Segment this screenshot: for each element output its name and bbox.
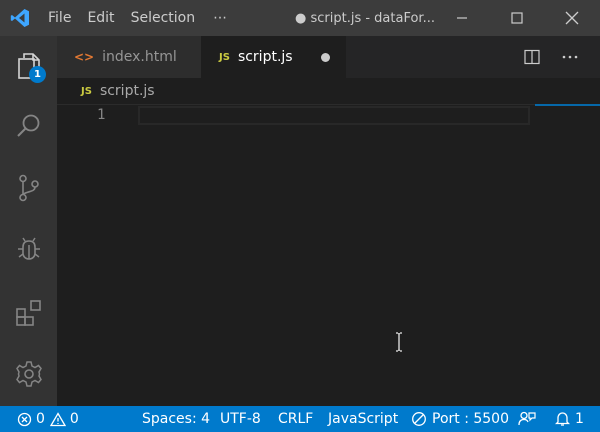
tab-label: script.js	[237, 49, 293, 65]
window-title: ● script.js - dataFor...	[295, 10, 435, 26]
split-editor-icon[interactable]	[517, 36, 547, 78]
menu-more-icon[interactable]: ⋯	[203, 10, 238, 26]
breadcrumb[interactable]: JS script.js	[57, 78, 600, 104]
source-control-icon[interactable]	[0, 158, 57, 218]
feedback-icon[interactable]	[518, 406, 536, 432]
vscode-logo-icon	[0, 0, 40, 36]
settings-gear-icon[interactable]	[0, 344, 57, 404]
status-bar: 0 0 Spaces: 4 UTF-8 CRLF JavaScript Port…	[0, 406, 600, 432]
error-count: 0	[36, 411, 45, 427]
extensions-icon[interactable]	[0, 283, 57, 343]
port-blocked-icon	[412, 412, 426, 426]
unsaved-dot-icon[interactable]	[321, 53, 330, 62]
eol-status[interactable]: CRLF	[278, 406, 313, 432]
code-editor[interactable]: 1	[57, 104, 600, 406]
notifications-status[interactable]: 1	[555, 406, 584, 432]
port-label: Port : 5500	[432, 411, 509, 427]
text-cursor-icon	[395, 332, 403, 356]
title-bar: File Edit Selection ⋯ ● script.js - data…	[0, 0, 600, 36]
js-file-icon: JS	[81, 85, 92, 97]
close-button[interactable]	[552, 0, 592, 36]
editor-top-border	[57, 104, 535, 105]
encoding-status[interactable]: UTF-8	[220, 406, 261, 432]
activity-bar: 1	[0, 36, 57, 406]
menu-file[interactable]: File	[40, 0, 79, 36]
indentation-status[interactable]: Spaces: 4	[142, 406, 210, 432]
more-actions-icon[interactable]	[555, 36, 585, 78]
error-icon	[17, 412, 32, 426]
js-file-icon: JS	[219, 51, 230, 63]
html-file-icon: <>	[74, 50, 95, 64]
problems-indicator[interactable]: 0 0	[17, 406, 79, 432]
warning-icon	[49, 411, 66, 426]
menu-edit[interactable]: Edit	[79, 0, 122, 36]
bell-icon	[555, 412, 570, 426]
vscode-window: { "titlebar": { "menu": ["File", "Edit",…	[0, 0, 600, 432]
search-icon[interactable]	[0, 96, 57, 156]
breadcrumb-file[interactable]: script.js	[100, 83, 155, 99]
current-line-highlight[interactable]	[138, 106, 530, 125]
minimap-slider[interactable]	[535, 104, 600, 106]
minimize-button[interactable]	[442, 0, 482, 36]
line-number: 1	[97, 107, 106, 123]
warning-count: 0	[69, 411, 79, 427]
maximize-button[interactable]	[497, 0, 537, 36]
tab-label: index.html	[102, 49, 177, 65]
debug-icon[interactable]	[0, 219, 57, 279]
tab-index-html[interactable]: <> index.html	[57, 36, 201, 78]
live-server-status[interactable]: Port : 5500	[411, 406, 509, 432]
notification-count: 1	[575, 411, 584, 427]
explorer-icon[interactable]: 1	[0, 36, 57, 96]
menu-selection[interactable]: Selection	[123, 0, 204, 36]
tab-script-js[interactable]: JS script.js	[201, 36, 346, 78]
language-mode-status[interactable]: JavaScript	[328, 406, 398, 432]
explorer-badge: 1	[29, 66, 46, 83]
editor-tab-bar: <> index.html JS script.js	[57, 36, 600, 78]
